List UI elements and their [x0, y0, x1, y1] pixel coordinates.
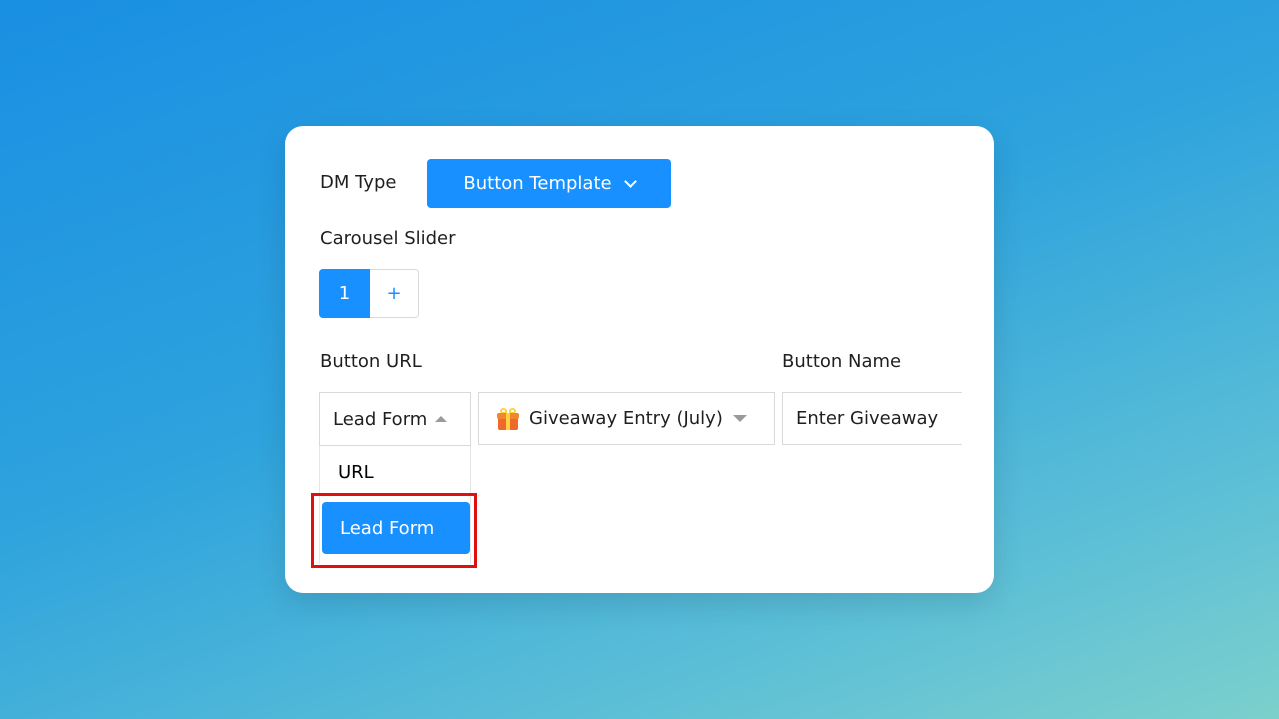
button-name-label: Button Name — [782, 351, 902, 372]
add-slide-button[interactable]: + — [370, 269, 419, 318]
url-type-value: Lead Form — [333, 408, 428, 430]
dropdown-option-url[interactable]: URL — [320, 446, 470, 498]
lead-form-select[interactable]: Giveaway Entry (July) — [478, 392, 775, 445]
highlight-box — [311, 493, 477, 568]
carousel-slider-label: Carousel Slider — [320, 228, 456, 249]
dm-type-dropdown-button[interactable]: Button Template — [427, 159, 671, 208]
dm-type-label: DM Type — [320, 172, 397, 193]
dm-settings-card: DM Type Button Template Carousel Slider … — [285, 126, 994, 593]
chevron-down-icon — [623, 174, 637, 188]
gift-icon — [497, 407, 519, 430]
caret-up-icon — [435, 416, 448, 422]
caret-down-icon — [732, 415, 747, 422]
url-type-select[interactable]: Lead Form — [319, 392, 471, 446]
carousel-slider: 1 + — [319, 269, 419, 318]
slide-tab-1[interactable]: 1 — [319, 269, 370, 318]
button-name-input[interactable]: Enter Giveaway — [782, 392, 962, 445]
lead-form-value: Giveaway Entry (July) — [529, 408, 723, 429]
button-name-value: Enter Giveaway — [796, 408, 939, 429]
dm-type-value: Button Template — [463, 173, 612, 194]
button-url-label: Button URL — [320, 351, 422, 372]
